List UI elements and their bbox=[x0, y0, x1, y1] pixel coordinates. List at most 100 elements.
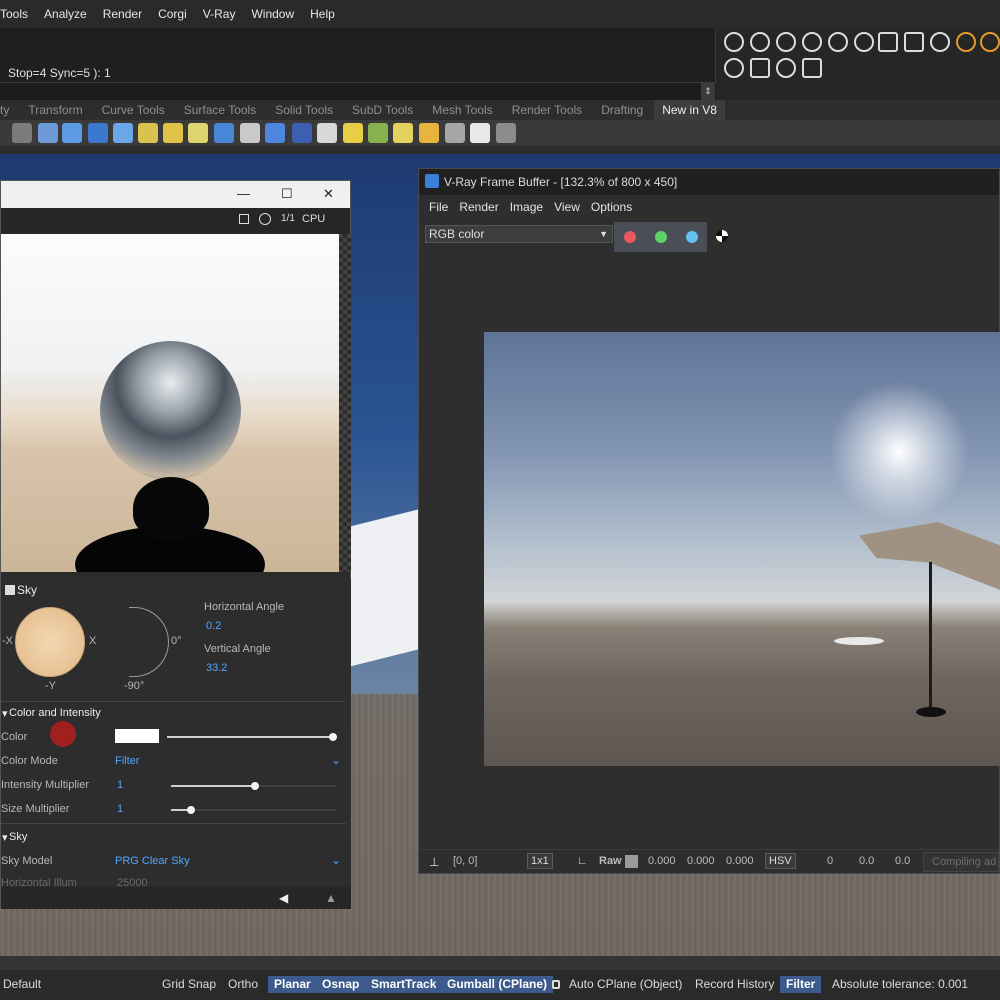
menu-vray[interactable]: V-Ray bbox=[203, 7, 242, 21]
intensity-value[interactable]: 1 bbox=[117, 779, 123, 791]
blue-channel-button[interactable] bbox=[676, 222, 707, 252]
sky-section-header[interactable]: Sky bbox=[9, 831, 27, 843]
rotate-icon[interactable] bbox=[214, 123, 234, 143]
collapse-arrow-icon[interactable]: ▾ bbox=[2, 707, 8, 720]
zoom-select[interactable]: 1x1 bbox=[527, 853, 553, 869]
sky-model-select[interactable]: PRG Clear Sky bbox=[115, 855, 190, 867]
curve-icon[interactable] bbox=[113, 123, 133, 143]
tab-solid-tools[interactable]: Solid Tools bbox=[275, 103, 333, 120]
teapot-icon[interactable] bbox=[259, 213, 271, 225]
lock-icon[interactable] bbox=[802, 58, 822, 78]
tab-surface-tools[interactable]: Surface Tools bbox=[184, 103, 257, 120]
grid-surface-icon[interactable] bbox=[88, 123, 108, 143]
tab-curve-tools[interactable]: Curve Tools bbox=[102, 103, 165, 120]
tab-mesh-tools[interactable]: Mesh Tools bbox=[432, 103, 492, 120]
green-channel-button[interactable] bbox=[645, 222, 676, 252]
sun-light-icon[interactable] bbox=[930, 32, 950, 52]
filter-toggle[interactable]: Filter bbox=[780, 976, 822, 993]
curve-icon[interactable]: ∟ bbox=[577, 855, 588, 867]
color-intensity-header[interactable]: Color and Intensity bbox=[9, 707, 101, 719]
color-swatch[interactable] bbox=[115, 729, 159, 743]
menu-tools[interactable]: Tools bbox=[0, 7, 34, 21]
chevron-down-icon[interactable]: ⌄ bbox=[331, 853, 341, 867]
command-scroll-button[interactable]: ⇕ bbox=[701, 82, 715, 100]
rendered-image[interactable] bbox=[484, 332, 1000, 766]
auto-cplane-toggle[interactable]: Auto CPlane (Object) bbox=[569, 977, 682, 991]
tab-subd-tools[interactable]: SubD Tools bbox=[352, 103, 413, 120]
color-mode-select[interactable]: HSV bbox=[765, 853, 796, 869]
panel-icon[interactable] bbox=[292, 123, 312, 143]
vray-logo-icon[interactable] bbox=[724, 32, 744, 52]
close-button[interactable]: ✕ bbox=[323, 186, 334, 202]
star-icon[interactable] bbox=[343, 123, 363, 143]
color-mode-select[interactable]: Filter bbox=[115, 755, 139, 767]
horizontal-angle-compass[interactable] bbox=[15, 607, 85, 677]
layer-name[interactable]: Default bbox=[3, 977, 41, 991]
up-arrow-icon[interactable]: ▲ bbox=[325, 891, 337, 905]
plane-icon[interactable] bbox=[62, 123, 82, 143]
dimension-icon[interactable] bbox=[12, 123, 32, 143]
menu-window[interactable]: Window bbox=[251, 7, 300, 21]
square-icon[interactable] bbox=[239, 214, 249, 224]
gumball-toggle[interactable]: Gumball (CPlane) bbox=[441, 976, 554, 993]
frame-buffer-icon[interactable] bbox=[878, 32, 898, 52]
intensity-slider[interactable] bbox=[171, 782, 337, 790]
color-slider-knob[interactable] bbox=[329, 733, 337, 741]
boolean-icon[interactable] bbox=[240, 123, 260, 143]
tab-drafting[interactable]: Drafting bbox=[601, 103, 643, 120]
teapot-icon[interactable] bbox=[776, 32, 796, 52]
menu-analyze[interactable]: Analyze bbox=[44, 7, 93, 21]
vfb-menu-view[interactable]: View bbox=[554, 200, 580, 214]
ortho-toggle[interactable]: Ortho bbox=[228, 977, 258, 991]
points-icon[interactable] bbox=[138, 123, 158, 143]
maximize-button[interactable]: ☐ bbox=[281, 186, 293, 202]
lock-pixel-icon[interactable]: ⊥ bbox=[429, 855, 439, 869]
palette-icon[interactable] bbox=[750, 32, 770, 52]
vertical-angle-value[interactable]: 33.2 bbox=[206, 662, 227, 674]
sweep-icon[interactable] bbox=[38, 123, 58, 143]
chaos-cosmos-icon[interactable] bbox=[956, 32, 976, 52]
hand-tool-icon[interactable] bbox=[393, 123, 413, 143]
menu-help[interactable]: Help bbox=[310, 7, 341, 21]
lock-icon[interactable] bbox=[552, 980, 560, 989]
tab-render-tools[interactable]: Render Tools bbox=[512, 103, 583, 120]
vfb-menu-image[interactable]: Image bbox=[510, 200, 543, 214]
zoom-box-icon[interactable] bbox=[188, 123, 208, 143]
house-icon[interactable] bbox=[470, 123, 490, 143]
grid-snap-toggle[interactable]: Grid Snap bbox=[162, 977, 216, 991]
intensity-slider-knob[interactable] bbox=[251, 782, 259, 790]
box-icon[interactable] bbox=[163, 123, 183, 143]
vfb-menu-file[interactable]: File bbox=[429, 200, 448, 214]
vfb-menu-render[interactable]: Render bbox=[459, 200, 498, 214]
menu-corgi[interactable]: Corgi bbox=[158, 7, 193, 21]
smarttrack-toggle[interactable]: SmartTrack bbox=[365, 976, 443, 993]
refresh-icon[interactable] bbox=[828, 32, 848, 52]
channel-select[interactable]: RGB color ▼ bbox=[425, 225, 613, 243]
collapse-arrow-icon[interactable]: ▾ bbox=[2, 831, 8, 844]
tab-new-in-v8[interactable]: New in V8 bbox=[654, 100, 725, 120]
teapot-interactive-icon[interactable] bbox=[802, 32, 822, 52]
horizontal-angle-value[interactable]: 0.2 bbox=[206, 620, 221, 632]
size-slider[interactable] bbox=[171, 806, 337, 814]
checker-icon[interactable] bbox=[317, 123, 337, 143]
hand-icon[interactable] bbox=[724, 58, 744, 78]
back-arrow-icon[interactable]: ◀ bbox=[279, 891, 288, 905]
size-slider-knob[interactable] bbox=[187, 806, 195, 814]
size-value[interactable]: 1 bbox=[117, 803, 123, 815]
menu-render[interactable]: Render bbox=[103, 7, 148, 21]
alpha-channel-icon[interactable] bbox=[716, 230, 728, 242]
command-input[interactable] bbox=[0, 82, 716, 100]
folder-icon[interactable] bbox=[419, 123, 439, 143]
color-slider[interactable] bbox=[167, 733, 337, 741]
planar-toggle[interactable]: Planar bbox=[268, 976, 317, 993]
chevron-down-icon[interactable]: ⌄ bbox=[331, 753, 341, 767]
cabinet-icon[interactable] bbox=[445, 123, 465, 143]
tab-transform[interactable]: Transform bbox=[28, 103, 82, 120]
brush-icon[interactable] bbox=[750, 58, 770, 78]
vertical-angle-dial[interactable] bbox=[129, 607, 169, 677]
vfb-menu-options[interactable]: Options bbox=[591, 200, 632, 214]
device-select[interactable]: CPU bbox=[302, 213, 325, 225]
ratio-label[interactable]: 1/1 bbox=[281, 213, 295, 224]
print-icon[interactable] bbox=[496, 123, 516, 143]
tab-ty[interactable]: ty bbox=[0, 103, 9, 120]
